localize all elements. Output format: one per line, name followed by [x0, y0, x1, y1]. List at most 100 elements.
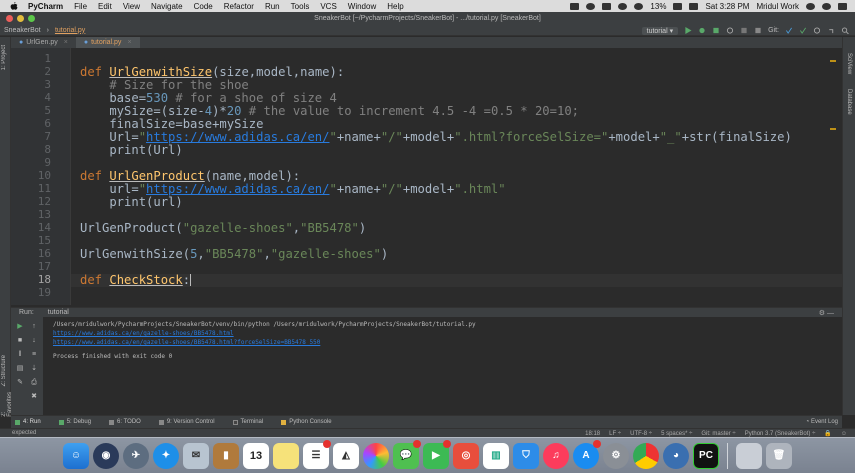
stop-icon[interactable]: ■: [16, 337, 24, 344]
run-console[interactable]: /Users/mridulwork/PycharmProjects/Sneake…: [43, 317, 842, 415]
chrome-icon[interactable]: [633, 442, 659, 469]
finder-icon[interactable]: ☺: [63, 442, 89, 469]
search-everywhere-icon[interactable]: [841, 27, 849, 34]
numbers-icon[interactable]: ▥: [483, 442, 509, 469]
tab-todo[interactable]: 6: TODO: [109, 419, 141, 425]
apple-icon[interactable]: [10, 1, 18, 11]
close-window-button[interactable]: [6, 15, 13, 22]
close-icon[interactable]: ×: [64, 39, 68, 46]
user-name[interactable]: Mridul Work: [756, 2, 799, 11]
console-link[interactable]: https://www.adidas.ca/en/gazelle-shoes/B…: [53, 329, 842, 338]
line-separator[interactable]: LF ÷: [609, 431, 621, 437]
mail-icon[interactable]: ✉: [183, 442, 209, 469]
flag-icon[interactable]: [689, 2, 699, 10]
gear-icon[interactable]: ⚙ —: [819, 309, 834, 317]
file-encoding[interactable]: UTF-8 ÷: [630, 431, 652, 437]
restore-layout-icon[interactable]: ▤: [16, 365, 24, 372]
menu-edit[interactable]: Edit: [98, 2, 112, 11]
python-interpreter[interactable]: Python 3.7 (SneakerBot) ÷: [745, 431, 816, 437]
app-store-icon[interactable]: A: [573, 439, 601, 469]
system-preferences-icon[interactable]: ⚙: [603, 442, 629, 469]
run-icon[interactable]: [684, 27, 692, 34]
run-config-selector[interactable]: tutorial ▾: [641, 26, 679, 35]
keynote-icon[interactable]: ⛉: [513, 442, 539, 469]
database-tool-button[interactable]: Database: [846, 89, 852, 115]
notes-icon[interactable]: [273, 442, 299, 469]
warning-stripe-marker[interactable]: [830, 60, 836, 62]
launchpad-icon[interactable]: ✈: [123, 442, 149, 469]
vcs-commit-icon[interactable]: [799, 27, 807, 34]
messages-icon[interactable]: 💬: [393, 439, 421, 469]
reminders-icon[interactable]: ☰: [303, 439, 331, 469]
bluetooth-icon[interactable]: [618, 2, 628, 10]
pause-icon[interactable]: ‖: [16, 351, 24, 358]
menu-app-name[interactable]: PyCharm: [28, 2, 63, 11]
menu-file[interactable]: File: [74, 2, 87, 11]
chrome-canary-icon[interactable]: ◕: [663, 442, 689, 469]
trash-icon[interactable]: 🗑: [766, 442, 792, 469]
close-icon[interactable]: ×: [127, 39, 131, 46]
search-icon[interactable]: [806, 2, 815, 10]
clock[interactable]: Sat 3:28 PM: [705, 2, 749, 11]
soft-wrap-icon[interactable]: ≡: [30, 351, 38, 358]
debug-icon[interactable]: [698, 27, 706, 34]
coverage-icon[interactable]: [712, 27, 720, 34]
zoom-window-button[interactable]: [28, 15, 35, 22]
pin-tab-icon[interactable]: ✎: [16, 379, 24, 386]
tab-debug[interactable]: 5: Debug: [58, 419, 91, 425]
scroll-up-icon[interactable]: ↑: [30, 323, 38, 330]
menu-window[interactable]: Window: [348, 2, 376, 11]
sciview-tool-button[interactable]: SciView: [846, 53, 852, 74]
facetime-icon[interactable]: ▶: [423, 439, 451, 469]
tab-urlgen[interactable]: ● UrlGen.py ×: [11, 37, 76, 48]
code-editor[interactable]: 1 2 3 4 5 6 7 8 9 10 11 12 13 14 15 16 1…: [11, 48, 842, 305]
undo-icon[interactable]: [827, 27, 835, 34]
tab-terminal[interactable]: Terminal: [232, 419, 263, 425]
menu-help[interactable]: Help: [387, 2, 403, 11]
project-tool-button[interactable]: 1: Project: [1, 45, 7, 70]
breadcrumb-project[interactable]: SneakerBot: [4, 27, 41, 34]
rerun-icon[interactable]: ▶: [16, 323, 24, 330]
airplay-icon[interactable]: [602, 2, 612, 10]
clear-all-icon[interactable]: ✖: [30, 393, 38, 400]
tab-python-console[interactable]: Python Console: [281, 419, 332, 425]
tab-tutorial[interactable]: ● tutorial.py ×: [75, 37, 140, 48]
contacts-icon[interactable]: ▮: [213, 442, 239, 469]
tab-version-control[interactable]: 9: Version Control: [158, 419, 215, 425]
scroll-to-end-icon[interactable]: ⇣: [30, 365, 38, 372]
photos-icon[interactable]: [363, 442, 389, 469]
calendar-icon[interactable]: 13: [243, 442, 269, 469]
build-icon[interactable]: [754, 27, 762, 34]
warning-stripe-marker[interactable]: [830, 128, 836, 130]
siri-icon[interactable]: ◉: [93, 442, 119, 469]
url-link[interactable]: https://www.adidas.ca/en/: [146, 130, 329, 144]
profile-icon[interactable]: [726, 27, 734, 34]
safari-icon[interactable]: ✦: [153, 442, 179, 469]
list-icon[interactable]: [838, 2, 847, 10]
photo-booth-icon[interactable]: ◎: [453, 442, 479, 469]
run-tab-tutorial[interactable]: tutorial: [48, 309, 69, 316]
console-link[interactable]: https://www.adidas.ca/en/gazelle-shoes/B…: [53, 338, 842, 347]
maps-icon[interactable]: ◭: [333, 442, 359, 469]
vcs-history-icon[interactable]: [813, 27, 821, 34]
lock-icon[interactable]: 🔒: [824, 430, 831, 437]
event-log-button[interactable]: ◔ Event Log: [806, 419, 838, 425]
breadcrumb-file[interactable]: tutorial.py: [55, 27, 85, 34]
camera-icon[interactable]: [570, 2, 580, 10]
menu-run[interactable]: Run: [265, 2, 280, 11]
url-link[interactable]: https://www.adidas.ca/en/: [146, 182, 329, 196]
inspector-icon[interactable]: ☺: [841, 431, 847, 437]
menu-tools[interactable]: Tools: [291, 2, 310, 11]
siri-icon[interactable]: [822, 2, 831, 10]
minimize-window-button[interactable]: [17, 15, 24, 22]
menu-vcs[interactable]: VCS: [320, 2, 336, 11]
vcs-update-icon[interactable]: [785, 27, 793, 34]
scroll-down-icon[interactable]: ↓: [30, 337, 38, 344]
menu-navigate[interactable]: Navigate: [151, 2, 183, 11]
stop-icon[interactable]: [740, 27, 748, 34]
structure-tool-button[interactable]: Z: Structure: [1, 355, 7, 386]
menu-code[interactable]: Code: [194, 2, 213, 11]
pycharm-icon[interactable]: PC: [693, 442, 719, 469]
wifi-icon[interactable]: [634, 2, 644, 10]
menu-refactor[interactable]: Refactor: [224, 2, 254, 11]
